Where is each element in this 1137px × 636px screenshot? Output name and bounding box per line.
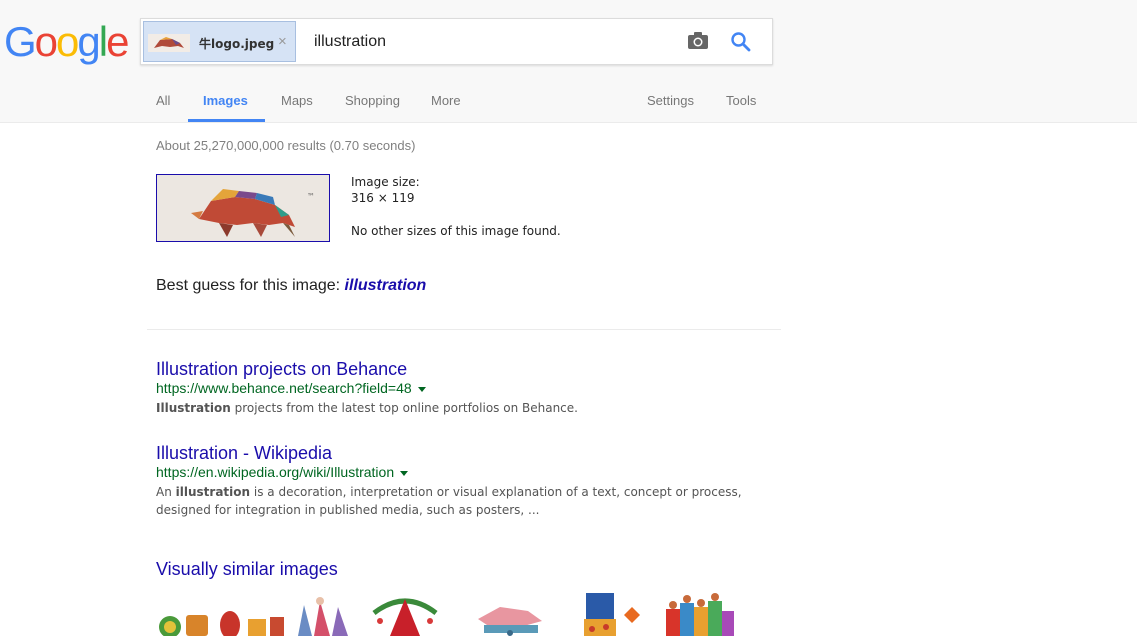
search-box: 牛logo.jpeg × (140, 18, 773, 65)
best-guess-label: Best guess for this image: (156, 277, 341, 294)
settings-link[interactable]: Settings (647, 93, 694, 108)
similar-image-5[interactable] (580, 593, 652, 636)
chip-remove-icon[interactable]: × (278, 33, 287, 50)
result-url[interactable]: https://en.wikipedia.org/wiki/Illustrati… (156, 464, 409, 480)
result-url-text[interactable]: https://en.wikipedia.org/wiki/Illustrati… (156, 464, 394, 480)
search-icon[interactable] (730, 31, 752, 53)
result-stats: About 25,270,000,000 results (0.70 secon… (156, 138, 416, 153)
tools-link[interactable]: Tools (726, 93, 756, 108)
similar-image-6[interactable] (660, 593, 738, 636)
chip-thumbnail (148, 34, 190, 52)
best-guess: Best guess for this image: illustration (156, 277, 426, 295)
logo-letter: o (34, 18, 58, 65)
camera-icon[interactable] (687, 31, 709, 51)
similar-image-1[interactable] (156, 593, 286, 636)
header: Google 牛logo.jpeg × All Images Maps Shop… (0, 0, 1137, 123)
tab-maps[interactable]: Maps (281, 93, 313, 108)
visually-similar-heading[interactable]: Visually similar images (156, 559, 338, 580)
similar-image-3[interactable] (368, 593, 442, 636)
best-guess-link[interactable]: illustration (345, 277, 427, 294)
image-size-value: 316 × 119 (351, 191, 415, 205)
image-size-label: Image size: (351, 175, 420, 189)
snippet-keyword: illustration (175, 485, 251, 499)
logo-letter: G (4, 18, 37, 65)
similar-image-2[interactable] (290, 593, 362, 636)
url-dropdown-icon[interactable] (400, 470, 409, 476)
query-image-chip[interactable]: 牛logo.jpeg × (143, 21, 296, 62)
tab-shopping[interactable]: Shopping (345, 93, 400, 108)
tm-mark: ™ (307, 192, 315, 201)
similar-image-4[interactable] (470, 593, 552, 636)
logo-letter: e (106, 18, 129, 65)
tab-images[interactable]: Images (203, 93, 248, 108)
logo-letter: l (98, 18, 108, 65)
url-dropdown-icon[interactable] (417, 386, 426, 392)
result-snippet: An illustration is a decoration, interpr… (156, 483, 776, 519)
snippet-text: projects from the latest top online port… (230, 401, 578, 415)
bull-logo-image: ™ (157, 175, 329, 241)
query-image-thumbnail[interactable]: ™ (156, 174, 330, 242)
result-snippet: Illustration projects from the latest to… (156, 399, 776, 417)
logo-letter: g (77, 18, 100, 65)
result-url-text[interactable]: https://www.behance.net/search?field=48 (156, 380, 412, 396)
snippet-prefix: An (156, 485, 176, 499)
result-url[interactable]: https://www.behance.net/search?field=48 (156, 380, 426, 396)
active-tab-indicator (188, 119, 265, 122)
snippet-keyword: Illustration (156, 401, 231, 415)
divider (147, 329, 781, 330)
search-input[interactable] (314, 21, 644, 62)
result-title[interactable]: Illustration projects on Behance (156, 359, 407, 380)
other-sizes-note: No other sizes of this image found. (351, 224, 561, 238)
tab-all[interactable]: All (156, 93, 170, 108)
result-title[interactable]: Illustration - Wikipedia (156, 443, 332, 464)
logo-letter: o (56, 18, 79, 65)
google-logo[interactable]: Google (4, 18, 129, 66)
chip-filename: 牛logo.jpeg (199, 37, 275, 51)
tab-more[interactable]: More (431, 93, 461, 108)
